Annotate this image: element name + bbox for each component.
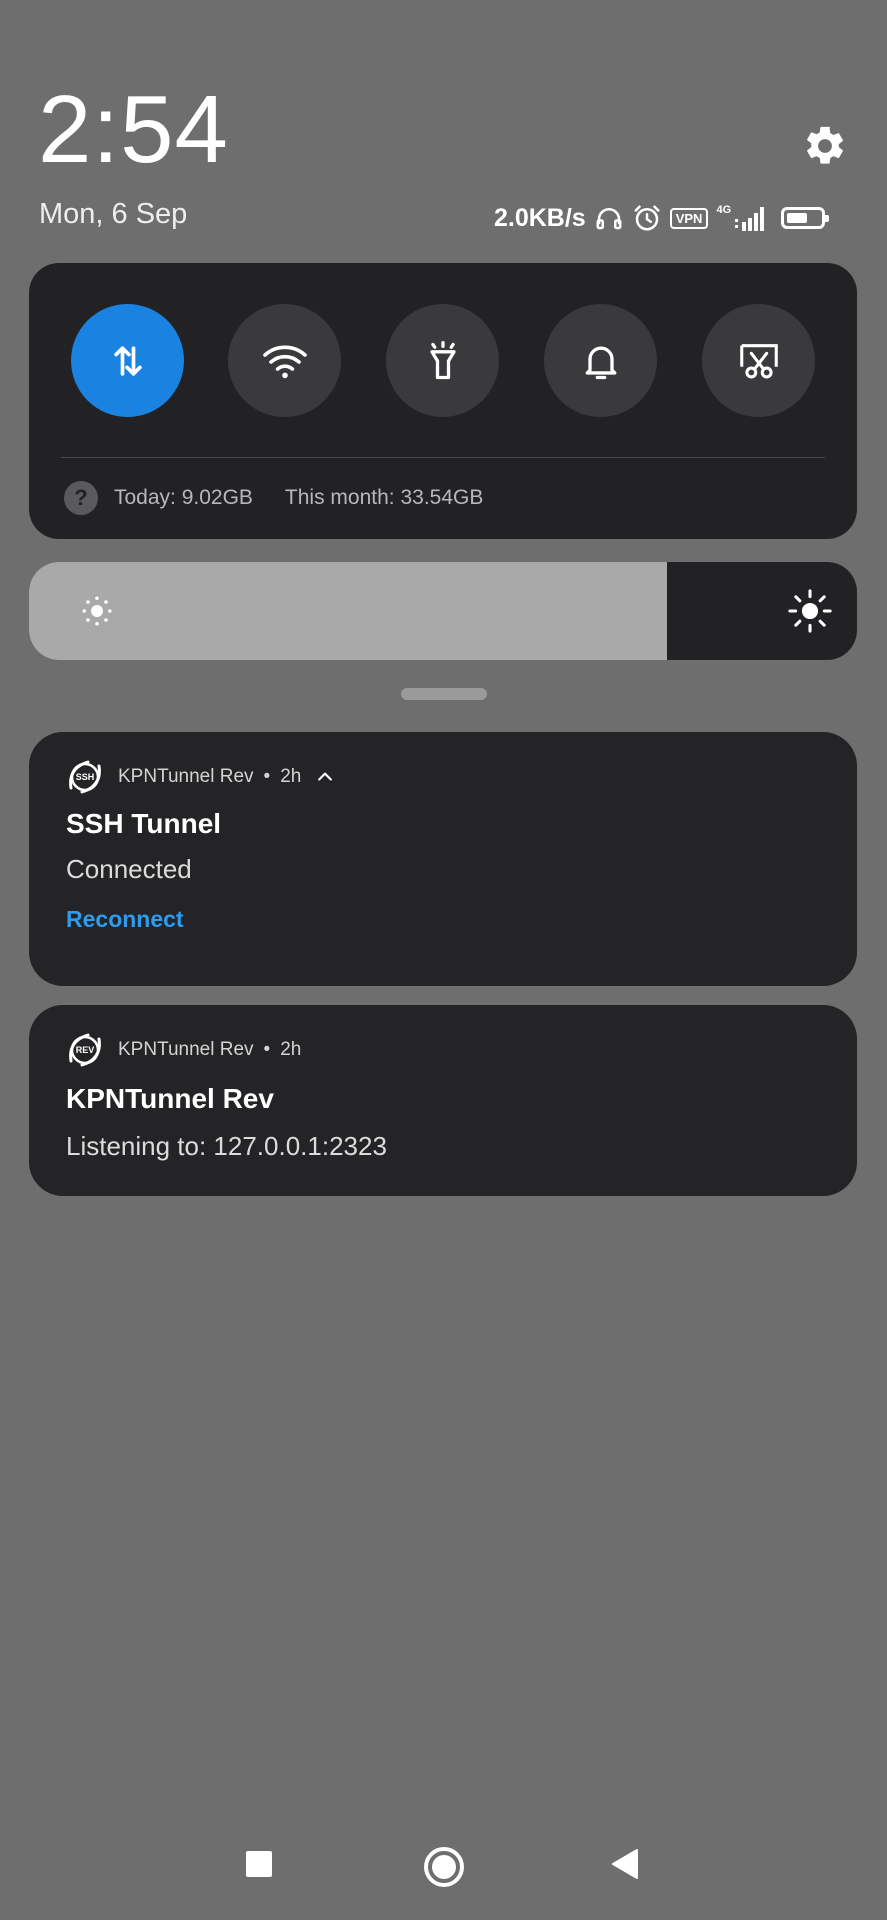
- bell-icon: [585, 346, 616, 379]
- notification-ssh-tunnel[interactable]: SSH KPNTunnel Rev • 2h SSH Tunnel Connec…: [29, 732, 857, 986]
- separator-dot: •: [263, 1039, 271, 1060]
- wifi-toggle[interactable]: [228, 304, 341, 417]
- brightness-level: [29, 562, 667, 660]
- home-button[interactable]: [419, 1842, 469, 1892]
- date: Mon, 6 Sep: [39, 198, 188, 230]
- notification-time: 2h: [280, 1039, 302, 1060]
- help-icon: ?: [64, 481, 98, 515]
- usage-month: This month: 33.54GB: [284, 486, 484, 509]
- alarm-icon: [634, 205, 660, 231]
- app-name: KPNTunnel Rev: [118, 766, 254, 787]
- chevron-up-icon[interactable]: [315, 767, 335, 787]
- app-name: KPNTunnel Rev: [118, 1039, 254, 1060]
- quick-settings-panel: ? Today: 9.02GB This month: 33.54GB: [29, 263, 857, 539]
- brightness-low-icon: [82, 596, 112, 626]
- vpn-badge: VPN: [669, 207, 709, 229]
- settings-button[interactable]: [795, 116, 855, 176]
- battery-icon: [781, 207, 830, 229]
- divider: [61, 457, 825, 458]
- drag-handle[interactable]: [401, 688, 487, 700]
- notification-text: Connected: [66, 854, 192, 884]
- wifi-icon: [262, 345, 307, 378]
- gear-icon: [807, 126, 843, 164]
- notification-title: SSH Tunnel: [66, 808, 222, 839]
- data-usage-row[interactable]: ? Today: 9.02GB This month: 33.54GB: [64, 481, 483, 515]
- back-button[interactable]: [602, 1842, 646, 1886]
- reconnect-button[interactable]: Reconnect: [66, 906, 184, 933]
- notification-text: Listening to: 127.0.0.1:2323: [66, 1131, 387, 1161]
- headset-icon: [596, 208, 622, 230]
- sound-toggle[interactable]: [544, 304, 657, 417]
- kpntunnel-app-icon: REV: [66, 1031, 104, 1069]
- brightness-high-icon: [788, 589, 832, 633]
- data-arrows-icon: [113, 345, 142, 376]
- triangle-back-icon: [612, 1849, 638, 1879]
- notification-header: SSH KPNTunnel Rev • 2h: [66, 758, 335, 796]
- usage-today: Today: 9.02GB: [114, 486, 253, 509]
- flashlight-icon: [429, 340, 456, 379]
- kpntunnel-app-icon: SSH: [66, 758, 104, 796]
- recents-button[interactable]: [237, 1842, 281, 1886]
- clock: 2:54: [38, 76, 229, 183]
- notification-title: KPNTunnel Rev: [66, 1083, 274, 1114]
- notification-kpntunnel-rev[interactable]: REV KPNTunnel Rev • 2h KPNTunnel Rev Lis…: [29, 1005, 857, 1196]
- flashlight-toggle[interactable]: [386, 304, 499, 417]
- network-type: 4G: [716, 203, 732, 216]
- separator-dot: •: [263, 766, 271, 787]
- square-icon: [246, 1851, 272, 1877]
- circle-icon: [424, 1847, 464, 1887]
- status-icons: 2.0KB/s VPN 4G: [494, 198, 830, 238]
- mobile-data-toggle[interactable]: [71, 304, 184, 417]
- notification-header: REV KPNTunnel Rev • 2h: [66, 1031, 301, 1069]
- brightness-slider[interactable]: [29, 562, 857, 660]
- screenshot-toggle[interactable]: [702, 304, 815, 417]
- scissors-icon: [739, 343, 778, 378]
- notification-time: 2h: [280, 766, 302, 787]
- network-speed: 2.0KB/s: [494, 203, 586, 232]
- signal-icon: [735, 207, 765, 231]
